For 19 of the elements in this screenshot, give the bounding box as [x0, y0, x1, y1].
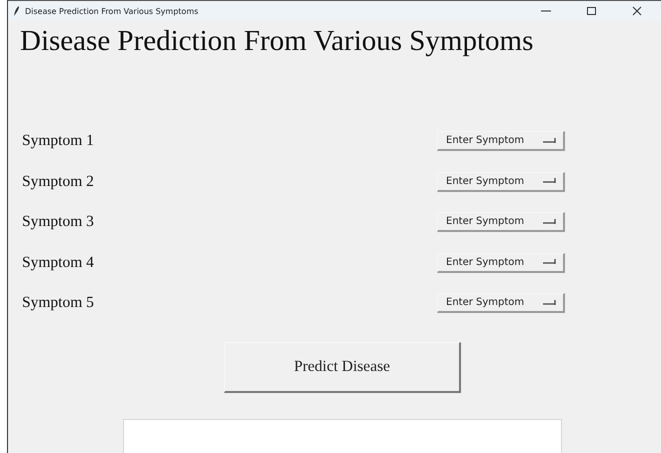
dropdown-indicator-icon — [543, 138, 557, 144]
predict-disease-button[interactable]: Predict Disease — [224, 342, 461, 392]
symptom-dropdown[interactable]: Enter Symptom — [437, 172, 565, 192]
dropdown-indicator-icon — [543, 259, 557, 266]
symptom-dropdown[interactable]: Enter Symptom — [437, 252, 565, 273]
symptom-label: Symptom 4 — [22, 254, 94, 272]
dropdown-indicator-icon — [543, 218, 557, 225]
symptom-label: Symptom 2 — [22, 172, 94, 191]
symptom-dropdown[interactable]: Enter Symptom — [437, 212, 565, 232]
symptom-dropdown[interactable]: Enter Symptom — [437, 131, 565, 152]
symptom-label: Symptom 1 — [22, 132, 94, 150]
dropdown-indicator-icon — [543, 178, 557, 184]
dropdown-indicator-icon — [543, 300, 557, 306]
feather-icon — [14, 6, 20, 16]
symptom-dropdown[interactable]: Enter Symptom — [437, 293, 565, 314]
symptom-label: Symptom 5 — [22, 294, 94, 312]
symptom-label: Symptom 3 — [22, 213, 94, 232]
window-title: Disease Prediction From Various Symptoms — [25, 6, 200, 16]
app-heading: Disease Prediction From Various Symptoms — [19, 24, 534, 59]
